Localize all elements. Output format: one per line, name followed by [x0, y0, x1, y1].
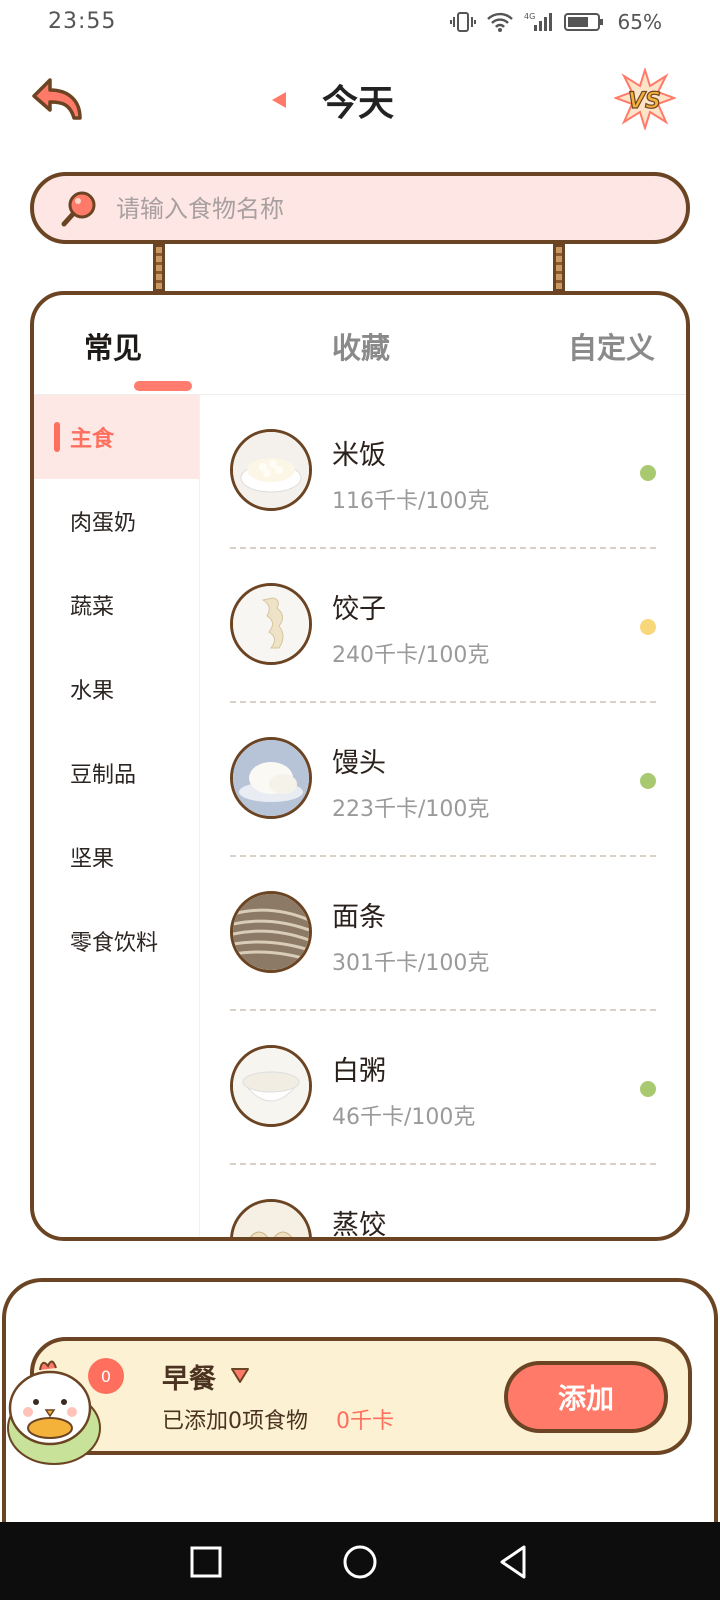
battery-icon — [563, 13, 603, 31]
food-item-dumplings[interactable]: 饺子 240千卡/100克 — [230, 549, 656, 703]
health-dot-green — [640, 465, 656, 481]
category-label: 豆制品 — [70, 763, 137, 788]
health-dot-green — [640, 773, 656, 789]
wifi-icon — [486, 12, 513, 32]
food-item-congee[interactable]: 白粥 46千卡/100克 — [230, 1011, 656, 1165]
search-input[interactable] — [116, 188, 656, 230]
category-item-nuts[interactable]: 坚果 — [34, 815, 199, 899]
date-prev-icon[interactable] — [268, 90, 288, 110]
category-item-staple[interactable]: 主食 — [34, 395, 199, 479]
tab-active-indicator — [134, 381, 192, 391]
category-item-meat-egg-dairy[interactable]: 肉蛋奶 — [34, 479, 199, 563]
category-active-indicator — [54, 422, 60, 452]
category-item-snacks-drinks[interactable]: 零食饮料 — [34, 899, 199, 983]
tab-common[interactable]: 常见 — [84, 325, 192, 391]
food-name: 蒸饺 — [332, 1210, 386, 1241]
vibrate-icon — [449, 12, 476, 32]
meal-summary: 已添加0项食物 — [162, 1409, 308, 1434]
home-icon[interactable] — [340, 1542, 380, 1582]
add-button-label: 添加 — [557, 1382, 614, 1415]
search-box[interactable] — [30, 172, 690, 244]
tab-bar: 常见 收藏 自定义 — [34, 295, 686, 395]
tab-favorites-label: 收藏 — [332, 331, 391, 365]
noodles-image — [230, 891, 312, 973]
category-label: 主食 — [70, 427, 115, 452]
header: 今天 VS — [0, 60, 720, 140]
food-item-steamed-bun[interactable]: 馒头 223千卡/100克 — [230, 703, 656, 857]
category-label: 蔬菜 — [70, 595, 115, 620]
health-dot-green — [640, 1081, 656, 1097]
rope-decoration-right — [553, 244, 565, 292]
category-item-vegetables[interactable]: 蔬菜 — [34, 563, 199, 647]
health-dot-yellow — [640, 619, 656, 635]
food-name: 白粥 — [332, 1056, 386, 1087]
status-icons: 4G 65% — [449, 10, 662, 34]
meal-bar: 早餐 已添加0项食物 0千卡 添加 — [30, 1337, 692, 1455]
network-type-label: 4G — [524, 12, 535, 21]
category-label: 肉蛋奶 — [70, 511, 137, 536]
back-arrow-icon[interactable] — [30, 74, 86, 126]
category-sidebar: 主食 肉蛋奶 蔬菜 水果 豆制品 坚果 零食饮料 — [34, 395, 200, 1237]
category-label: 水果 — [70, 679, 115, 704]
congee-image — [230, 1045, 312, 1127]
category-item-fruit[interactable]: 水果 — [34, 647, 199, 731]
signal-icon: 4G — [524, 12, 552, 31]
food-name: 饺子 — [332, 594, 386, 625]
search-icon — [61, 191, 96, 227]
food-calories: 116千卡/100克 — [332, 489, 490, 514]
chevron-down-icon[interactable] — [230, 1366, 250, 1384]
food-calories: 46千卡/100克 — [332, 1105, 476, 1130]
food-name: 米饭 — [332, 440, 386, 471]
meal-kcal: 0千卡 — [336, 1409, 394, 1434]
rope-decoration-left — [153, 244, 165, 292]
meal-selector[interactable]: 早餐 — [162, 1357, 216, 1396]
battery-percent: 65% — [617, 10, 662, 34]
tab-custom[interactable]: 自定义 — [568, 325, 655, 367]
food-item-rice[interactable]: 米饭 116千卡/100克 — [230, 395, 656, 549]
system-nav-bar — [0, 1522, 720, 1600]
count-badge: 0 — [88, 1358, 124, 1394]
status-bar: 23:55 4G 65% — [0, 0, 720, 46]
back-nav-icon[interactable] — [494, 1542, 534, 1582]
rice-image — [230, 429, 312, 511]
tab-common-label: 常见 — [84, 331, 143, 365]
vs-compare-icon[interactable]: VS — [614, 68, 676, 130]
food-name: 馒头 — [332, 748, 386, 779]
category-label: 坚果 — [70, 847, 115, 872]
food-calories: 240千卡/100克 — [332, 643, 490, 668]
food-card: 常见 收藏 自定义 主食 肉蛋奶 蔬菜 水果 豆制品 坚果 零食饮料 米饭 11… — [30, 291, 690, 1241]
category-label: 零食饮料 — [70, 931, 159, 956]
page-title: 今天 — [322, 83, 395, 124]
dumplings-image — [230, 583, 312, 665]
food-list: 米饭 116千卡/100克 饺子 240千卡/100克 馒头 223千卡/100… — [200, 395, 686, 1241]
recent-apps-icon[interactable] — [186, 1542, 226, 1582]
food-calories: 223千卡/100克 — [332, 797, 490, 822]
steamed-bun-image — [230, 737, 312, 819]
steamed-dumplings-image — [230, 1199, 312, 1237]
tab-favorites[interactable]: 收藏 — [332, 325, 390, 367]
food-calories: 301千卡/100克 — [332, 951, 490, 976]
food-item-steamed-dumplings[interactable]: 蒸饺 — [230, 1165, 656, 1241]
svg-text:VS: VS — [628, 89, 661, 114]
tab-custom-label: 自定义 — [568, 331, 656, 365]
category-item-soy[interactable]: 豆制品 — [34, 731, 199, 815]
status-time: 23:55 — [48, 9, 117, 34]
food-item-noodles[interactable]: 面条 301千卡/100克 — [230, 857, 656, 1011]
food-name: 面条 — [332, 902, 386, 933]
add-button[interactable]: 添加 — [504, 1361, 668, 1433]
